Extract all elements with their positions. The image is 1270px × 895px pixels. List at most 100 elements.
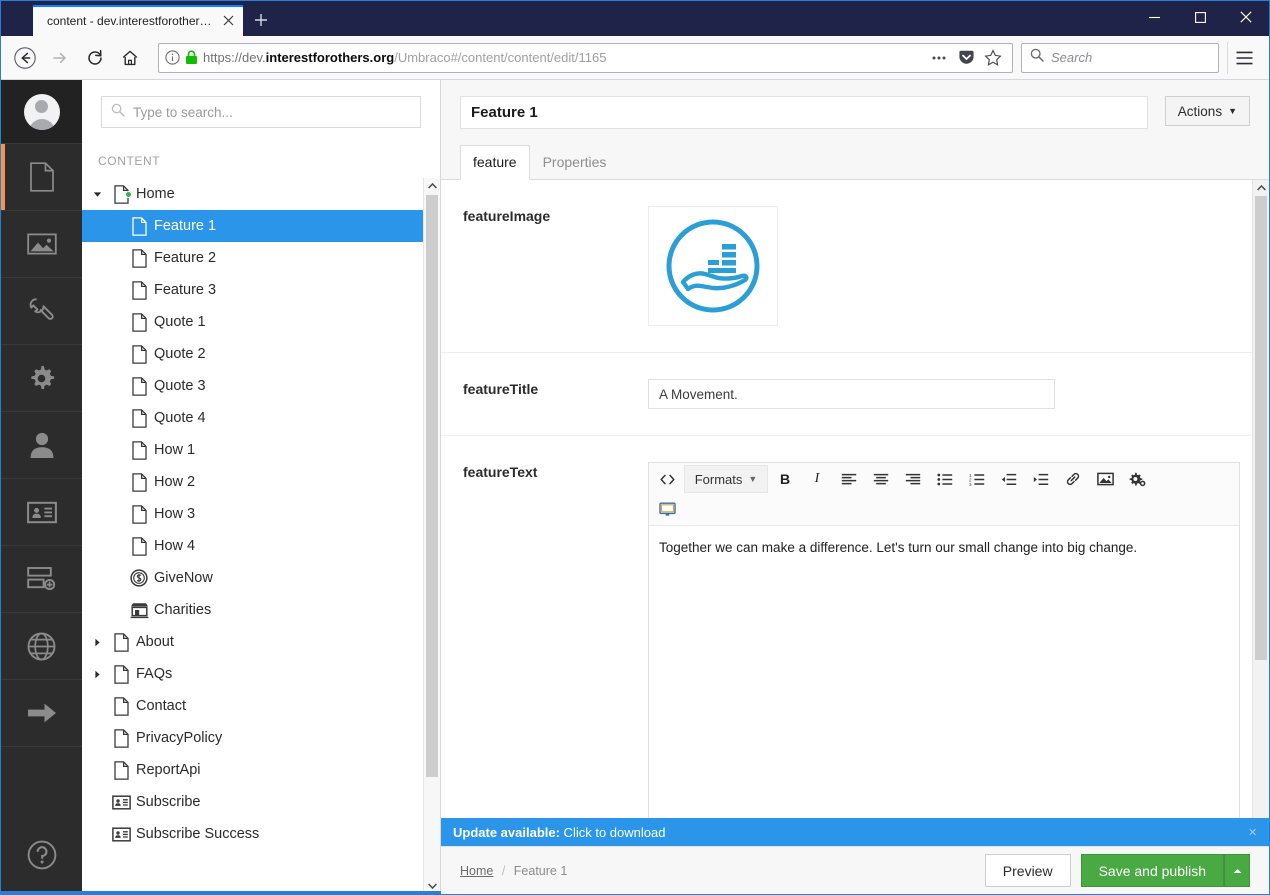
tree-node-feature-1[interactable]: Feature 1	[82, 210, 440, 242]
help-button[interactable]	[1, 816, 82, 894]
property-row-featureimage: featureImage	[441, 180, 1252, 353]
embed-button[interactable]	[652, 495, 682, 523]
sidebar-item-media[interactable]	[1, 211, 82, 278]
page-info-icon[interactable]	[165, 50, 180, 65]
publish-options-button[interactable]	[1224, 854, 1250, 887]
tree-node-contact[interactable]: Contact	[82, 690, 440, 722]
browser-tab[interactable]: content - dev.interestforothers.org	[33, 5, 243, 36]
page-actions-icon[interactable]	[926, 45, 952, 71]
tree-node-faqs[interactable]: FAQs	[82, 658, 440, 690]
url-text: https://dev.interestforothers.org/Umbrac…	[203, 50, 607, 65]
reload-button[interactable]	[79, 42, 111, 74]
caret-down-icon: ▼	[1228, 106, 1237, 116]
tree-scrollbar-thumb[interactable]	[426, 195, 438, 777]
bullet-list-button[interactable]	[930, 465, 960, 493]
formats-dropdown[interactable]: Formats ▼	[684, 465, 768, 493]
hamburger-menu-icon[interactable]	[1227, 41, 1261, 74]
browser-window: content - dev.interestforothers.org http…	[0, 0, 1270, 895]
document-icon	[29, 162, 54, 192]
align-left-button[interactable]	[834, 465, 864, 493]
home-button[interactable]	[114, 42, 146, 74]
maximize-button[interactable]	[1177, 1, 1223, 33]
editor-scrollbar-thumb[interactable]	[1255, 196, 1267, 660]
feature-image-thumbnail[interactable]	[648, 206, 778, 326]
tree-node-givenow[interactable]: GiveNow	[82, 562, 440, 594]
new-tab-button[interactable]	[247, 6, 275, 34]
tree-node-subscribe[interactable]: Subscribe	[82, 786, 440, 818]
align-right-button[interactable]	[898, 465, 928, 493]
outdent-button[interactable]	[994, 465, 1024, 493]
minimize-button[interactable]	[1131, 1, 1177, 33]
star-icon[interactable]	[980, 45, 1006, 71]
forward-button[interactable]	[44, 42, 76, 74]
bold-button[interactable]: B	[770, 465, 800, 493]
tree-node-charities[interactable]: Charities	[82, 594, 440, 626]
tree-node-about[interactable]: About	[82, 626, 440, 658]
tree-node-reportapi[interactable]: ReportApi	[82, 754, 440, 786]
sidebar-item-settings[interactable]	[1, 278, 82, 345]
breadcrumb-root[interactable]: Home	[460, 864, 493, 878]
sidebar-item-developer[interactable]	[1, 345, 82, 412]
tree-node-how-4[interactable]: How 4	[82, 530, 440, 562]
browser-tab-title: content - dev.interestforothers.org	[47, 13, 217, 28]
tree-node-quote-3[interactable]: Quote 3	[82, 370, 440, 402]
sidebar-item-forms[interactable]	[1, 546, 82, 613]
tree-node-privacypolicy[interactable]: PrivacyPolicy	[82, 722, 440, 754]
tree-node-how-3[interactable]: How 3	[82, 498, 440, 530]
avatar[interactable]	[1, 80, 82, 144]
sidebar-item-users[interactable]	[1, 412, 82, 479]
tree-node-how-2[interactable]: How 2	[82, 466, 440, 498]
window-controls	[1131, 1, 1269, 33]
numbered-list-button[interactable]: 123	[962, 465, 992, 493]
insert-image-button[interactable]	[1090, 465, 1120, 493]
node-name-input[interactable]: Feature 1	[460, 96, 1148, 129]
expand-arrow-down-icon[interactable]	[88, 178, 106, 210]
tab-properties[interactable]: Properties	[530, 145, 620, 180]
tree-node-feature-2[interactable]: Feature 2	[82, 242, 440, 274]
rte-body[interactable]: Together we can make a difference. Let's…	[649, 526, 1239, 838]
align-center-button[interactable]	[866, 465, 896, 493]
tab-feature[interactable]: feature	[460, 145, 530, 180]
tree-node-how-1[interactable]: How 1	[82, 434, 440, 466]
id-card-icon	[111, 826, 131, 842]
tab-close-icon[interactable]	[219, 12, 237, 30]
property-row-featuretitle: featureTitle A Movement.	[441, 353, 1252, 436]
scroll-up-arrow-icon[interactable]	[424, 178, 440, 194]
expand-arrow-right-icon[interactable]	[88, 658, 106, 690]
preview-button[interactable]: Preview	[984, 854, 1071, 887]
link-button[interactable]	[1058, 465, 1088, 493]
pocket-icon[interactable]	[953, 45, 979, 71]
italic-button[interactable]: I	[802, 465, 832, 493]
back-button[interactable]	[9, 42, 41, 74]
scroll-up-arrow-icon[interactable]	[1253, 180, 1269, 196]
tree-node-quote-1[interactable]: Quote 1	[82, 306, 440, 338]
browser-search-bar[interactable]: Search	[1021, 42, 1219, 73]
macro-button[interactable]	[1122, 465, 1152, 493]
tree-node-feature-3[interactable]: Feature 3	[82, 274, 440, 306]
sidebar-item-content[interactable]	[1, 144, 82, 211]
tree-node-quote-2[interactable]: Quote 2	[82, 338, 440, 370]
sidebar-item-members[interactable]	[1, 479, 82, 546]
editor-scrollbar[interactable]	[1252, 180, 1269, 894]
feature-title-input[interactable]: A Movement.	[648, 379, 1055, 409]
id-card-icon	[106, 826, 136, 842]
expand-arrow-right-icon[interactable]	[88, 626, 106, 658]
tree-scrollbar[interactable]	[423, 178, 440, 894]
actions-button[interactable]: Actions ▼	[1164, 96, 1250, 126]
update-notification[interactable]: Update available: Click to download ×	[441, 818, 1269, 846]
indent-button[interactable]	[1026, 465, 1056, 493]
tree-node-subscribe-success[interactable]: Subscribe Success	[82, 818, 440, 850]
url-bar[interactable]: https://dev.interestforothers.org/Umbrac…	[158, 42, 1013, 73]
search-input[interactable]: Type to search...	[101, 96, 421, 128]
save-and-publish-button[interactable]: Save and publish	[1080, 854, 1224, 887]
sidebar-item-translation[interactable]	[1, 613, 82, 680]
tree-node-quote-4[interactable]: Quote 4	[82, 402, 440, 434]
document-icon	[124, 248, 154, 268]
close-button[interactable]	[1223, 1, 1269, 33]
lock-icon[interactable]	[185, 50, 198, 65]
tree-node-home[interactable]: Home	[82, 178, 440, 210]
source-code-button[interactable]	[652, 465, 682, 493]
close-icon[interactable]: ×	[1248, 824, 1257, 841]
document-icon	[131, 344, 147, 364]
sidebar-item-redirects[interactable]	[1, 680, 82, 747]
